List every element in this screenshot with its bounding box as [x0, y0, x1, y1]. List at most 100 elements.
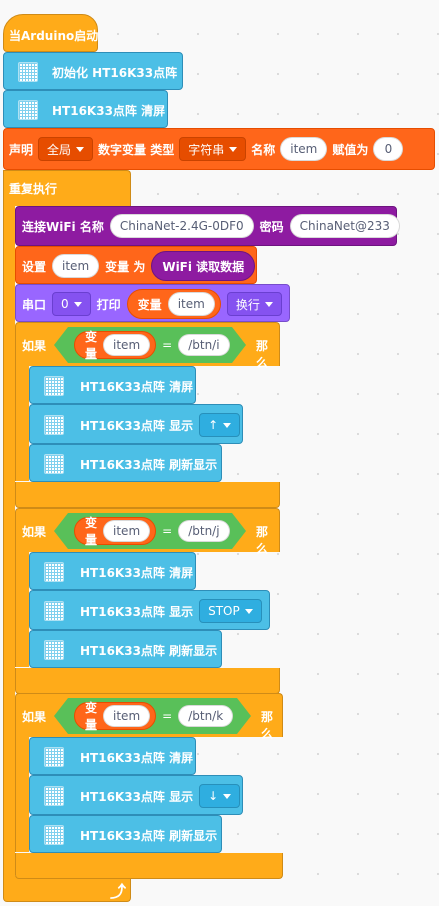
variable-label: 变量	[85, 330, 98, 361]
led-matrix-icon	[44, 640, 64, 660]
chevron-down-icon	[244, 608, 253, 614]
show-value: ↑	[208, 418, 219, 432]
equals-operator: =	[162, 709, 173, 723]
compare-value-input[interactable]: /btn/j	[178, 520, 229, 542]
show-label: HT16K33点阵 显示	[80, 604, 194, 619]
refresh-ht16k33-block[interactable]: HT16K33点阵 刷新显示	[29, 444, 222, 482]
variable-reporter[interactable]: 变量 item	[126, 289, 221, 319]
if-label: 如果	[22, 339, 47, 353]
show-ht16k33-block[interactable]: HT16K33点阵 显示 ↓	[29, 775, 243, 815]
chevron-down-icon	[223, 422, 232, 428]
serial-port-value: 0	[61, 297, 69, 311]
show-ht16k33-block[interactable]: HT16K33点阵 显示 STOP	[29, 590, 270, 630]
variable-name-input[interactable]: item	[103, 520, 150, 542]
show-label: HT16K33点阵 显示	[80, 789, 194, 804]
show-value: ↓	[208, 789, 219, 803]
clear-ht16k33-block[interactable]: HT16K33点阵 清屏	[29, 366, 196, 404]
clear-ht16k33-block[interactable]: HT16K33点阵 清屏	[3, 90, 168, 128]
serial-print-block[interactable]: 串口 0 打印 变量 item 换行	[15, 284, 290, 322]
set-variable-block[interactable]: 设置 item 变量 为 WiFi 读取数据	[15, 246, 257, 284]
refresh-label: HT16K33点阵 刷新显示	[80, 643, 218, 658]
loop-arrow-icon: ⤴	[110, 882, 127, 901]
hat-label: 当Arduino启动	[9, 29, 99, 43]
chevron-down-icon	[229, 146, 238, 152]
refresh-ht16k33-block[interactable]: HT16K33点阵 刷新显示	[29, 630, 222, 668]
chevron-down-icon	[223, 793, 232, 799]
wifi-password-label: 密码	[259, 219, 284, 234]
clear-ht16k33-block[interactable]: HT16K33点阵 清屏	[29, 737, 196, 775]
variable-reporter[interactable]: 变量 item	[74, 331, 156, 359]
refresh-ht16k33-block[interactable]: HT16K33点阵 刷新显示	[29, 815, 222, 853]
led-matrix-icon	[44, 747, 64, 767]
clear-label: HT16K33点阵 清屏	[80, 750, 194, 765]
variable-label: 变量	[85, 701, 98, 732]
show-label: HT16K33点阵 显示	[80, 418, 194, 433]
compare-value-input[interactable]: /btn/i	[178, 334, 229, 356]
show-value-dropdown[interactable]: ↑	[199, 413, 241, 437]
chevron-down-icon	[264, 301, 273, 307]
set-label: 设置	[22, 259, 47, 274]
variable-name-input[interactable]: item	[103, 705, 150, 727]
name-label: 名称	[251, 142, 276, 157]
led-matrix-icon	[18, 62, 38, 82]
if-label: 如果	[22, 710, 47, 724]
scope-dropdown[interactable]: 全局	[38, 137, 94, 161]
var-name-input[interactable]: item	[280, 137, 328, 161]
led-matrix-icon	[18, 100, 38, 120]
compare-value-input[interactable]: /btn/k	[178, 705, 233, 727]
wifi-ssid-input[interactable]: ChinaNet-2.4G-0DF0	[109, 214, 254, 238]
if-block[interactable]: 如果 变量 item = /btn/i 那么	[15, 322, 280, 370]
show-value-dropdown[interactable]: ↓	[199, 784, 241, 808]
wifi-read-data-reporter[interactable]: WiFi 读取数据	[151, 251, 256, 281]
if-block-arm	[15, 551, 29, 667]
led-matrix-icon	[44, 601, 64, 621]
show-ht16k33-block[interactable]: HT16K33点阵 显示 ↑	[29, 404, 243, 444]
wifi-label: 连接WiFi 名称	[22, 219, 104, 234]
clear-label: HT16K33点阵 清屏	[80, 379, 194, 394]
equals-operator: =	[162, 338, 173, 352]
clear-ht16k33-block[interactable]: HT16K33点阵 清屏	[29, 552, 196, 590]
if-block-arm	[15, 736, 29, 852]
assign-value-input[interactable]: 0	[373, 137, 404, 161]
variable-reporter[interactable]: 变量 item	[74, 702, 156, 730]
led-matrix-icon	[44, 454, 64, 474]
scope-value: 全局	[47, 142, 72, 157]
clear-label: HT16K33点阵 清屏	[52, 103, 166, 118]
forever-loop-block[interactable]: 重复执行	[3, 170, 131, 206]
chevron-down-icon	[73, 301, 82, 307]
when-arduino-starts-hat[interactable]: 当Arduino启动	[3, 14, 98, 52]
if-block[interactable]: 如果 变量 item = /btn/j 那么	[15, 508, 280, 556]
led-matrix-icon	[44, 376, 64, 396]
newline-dropdown[interactable]: 换行	[226, 292, 282, 316]
show-value-dropdown[interactable]: STOP	[199, 599, 262, 623]
equals-condition[interactable]: 变量 item = /btn/i	[54, 327, 246, 363]
serial-label: 串口	[22, 297, 47, 312]
equals-condition[interactable]: 变量 item = /btn/k	[54, 698, 251, 734]
newline-value: 换行	[235, 297, 260, 312]
serial-port-dropdown[interactable]: 0	[52, 292, 91, 316]
type-dropdown[interactable]: 字符串	[179, 137, 247, 161]
variable-label: 变量	[85, 516, 98, 547]
var-type-label: 数字变量 类型	[98, 142, 175, 157]
declare-variable-block[interactable]: 声明 全局 数字变量 类型 字符串 名称 item 赋值为 0	[3, 128, 435, 170]
if-label: 如果	[22, 525, 47, 539]
if-block[interactable]: 如果 变量 item = /btn/k 那么	[15, 693, 283, 741]
connect-wifi-block[interactable]: 连接WiFi 名称 ChinaNet-2.4G-0DF0 密码 ChinaNet…	[15, 206, 400, 246]
equals-condition[interactable]: 变量 item = /btn/j	[54, 513, 246, 549]
then-label: 那么	[256, 525, 269, 556]
then-label: 那么	[261, 710, 274, 741]
then-label: 那么	[256, 339, 269, 370]
wifi-password-input[interactable]: ChinaNet@233	[289, 214, 400, 238]
led-matrix-icon	[44, 786, 64, 806]
led-matrix-icon	[44, 562, 64, 582]
wifi-read-label: WiFi 读取数据	[162, 259, 245, 274]
set-var-input[interactable]: item	[52, 254, 100, 278]
variable-reporter[interactable]: 变量 item	[74, 517, 156, 545]
if-block-arm	[15, 365, 29, 481]
init-label: 初始化 HT16K33点阵	[52, 65, 178, 80]
init-ht16k33-block[interactable]: 初始化 HT16K33点阵	[3, 52, 183, 90]
variable-name-input[interactable]: item	[167, 292, 215, 316]
equals-operator: =	[162, 524, 173, 538]
led-matrix-icon	[44, 825, 64, 845]
variable-name-input[interactable]: item	[103, 334, 150, 356]
